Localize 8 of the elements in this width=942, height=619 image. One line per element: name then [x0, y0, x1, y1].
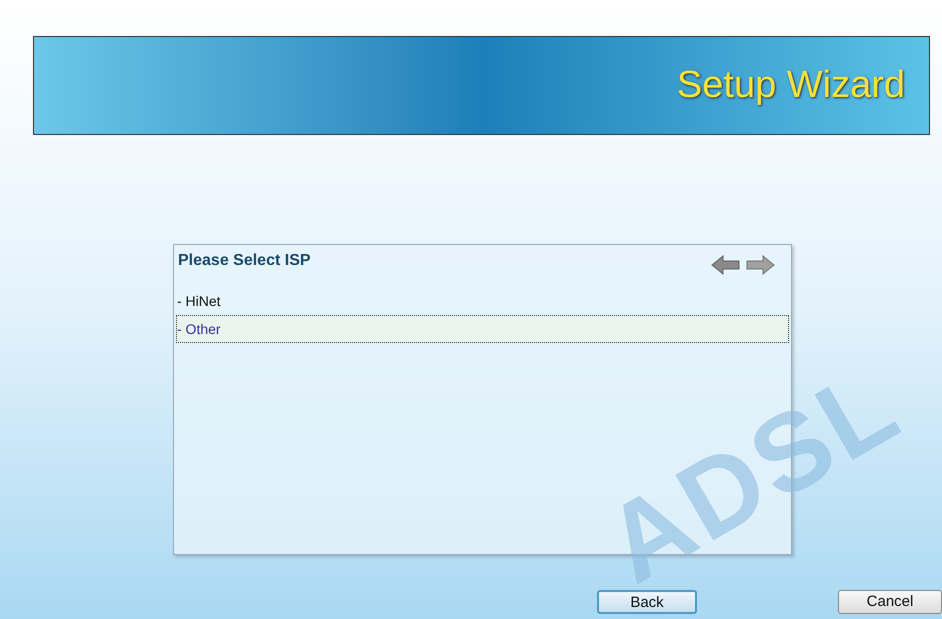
isp-option[interactable]: - Other [176, 315, 789, 343]
panel-title: Please Select ISP [178, 251, 311, 271]
banner-title: Setup Wizard [676, 63, 905, 108]
isp-option[interactable]: - HiNet [176, 287, 789, 315]
back-button[interactable]: Back [597, 590, 697, 614]
forward-arrow-icon[interactable] [745, 255, 775, 275]
cancel-button[interactable]: Cancel [838, 590, 942, 614]
back-arrow-icon[interactable] [711, 255, 741, 275]
